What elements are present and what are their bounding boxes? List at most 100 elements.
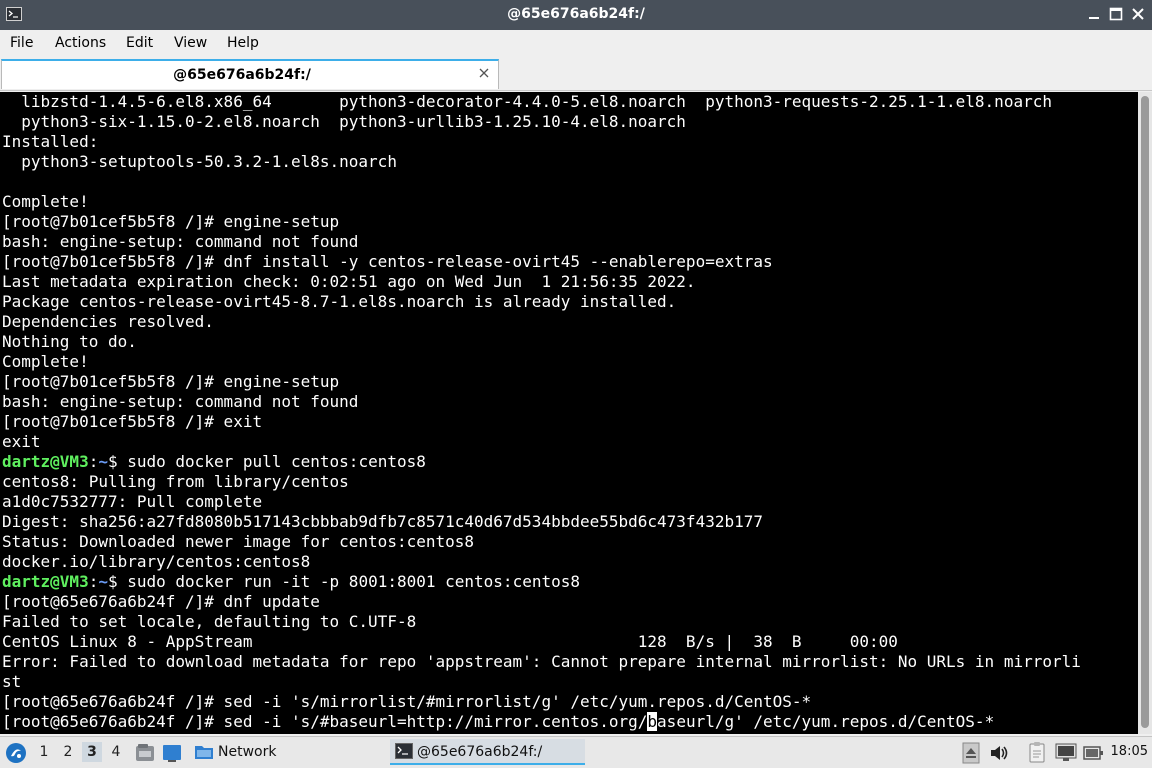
terminal-text: CentOS Linux 8 - AppStream 128 B/s | 38 …: [2, 632, 898, 651]
prompt-user-host: dartz@VM3: [2, 572, 89, 591]
terminal-text: :: [88, 452, 99, 471]
terminal-line: Last metadata expiration check: 0:02:51 …: [2, 272, 1081, 292]
terminal-text: :: [88, 572, 99, 591]
terminal-line: python3-setuptools-50.3.2-1.el8s.noarch: [2, 152, 1081, 172]
terminal-text: bash: engine-setup: command not found: [2, 232, 359, 251]
terminal-line: [root@65e676a6b24f /]# sed -i 's/mirrorl…: [2, 692, 1081, 712]
terminal-text: Nothing to do.: [2, 332, 137, 351]
terminal-text: Failed to set locale, defaulting to C.UT…: [2, 612, 417, 631]
terminal-text: aseurl/g' /etc/yum.repos.d/CentOS-*: [657, 712, 995, 731]
terminal-line: Installed:: [2, 132, 1081, 152]
terminal-line: dartz@VM3:~$ sudo docker run -it -p 8001…: [2, 572, 1081, 592]
terminal-line: docker.io/library/centos:centos8: [2, 552, 1081, 572]
terminal-text: docker.io/library/centos:centos8: [2, 552, 311, 571]
terminal-text: centos8: Pulling from library/centos: [2, 472, 349, 491]
volume-icon[interactable]: [988, 742, 1010, 764]
terminal-line: Nothing to do.: [2, 332, 1081, 352]
terminal-line: st: [2, 672, 1081, 692]
terminal-line: bash: engine-setup: command not found: [2, 232, 1081, 252]
desktop-4[interactable]: 4: [106, 742, 126, 762]
terminal-line: Failed to set locale, defaulting to C.UT…: [2, 612, 1081, 632]
terminal-text: [root@7b01cef5b5f8 /]# engine-setup: [2, 212, 340, 231]
terminal-text: [root@65e676a6b24f /]# sed -i 's/#baseur…: [2, 712, 648, 731]
taskbar: 1 2 3 4 Network @65e676a6b24f:/ 18:05: [0, 736, 1152, 768]
terminal-line: exit: [2, 432, 1081, 452]
terminal-line: dartz@VM3:~$ sudo docker pull centos:cen…: [2, 452, 1081, 472]
terminal-text: $ sudo docker run -it -p 8001:8001 cento…: [107, 572, 580, 591]
terminal-line: CentOS Linux 8 - AppStream 128 B/s | 38 …: [2, 632, 1081, 652]
prompt-path: ~: [98, 452, 108, 471]
battery-icon[interactable]: [1083, 743, 1105, 763]
terminal-text: Complete!: [2, 352, 89, 371]
tab-terminal[interactable]: @65e676a6b24f:/: [1, 59, 499, 89]
terminal-text: st: [2, 672, 22, 691]
terminal-line: centos8: Pulling from library/centos: [2, 472, 1081, 492]
terminal-window: @65e676a6b24f:/ File Actions Edit View H…: [0, 0, 1152, 736]
terminal-text: Digest: sha256:a27fd8080b517143cbbbab9df…: [2, 512, 763, 531]
terminal-text: $ sudo docker pull centos:centos8: [107, 452, 426, 471]
start-menu-icon[interactable]: [5, 742, 27, 764]
terminal-text: [root@7b01cef5b5f8 /]# engine-setup: [2, 372, 340, 391]
terminal-line: Package centos-release-ovirt45-8.7-1.el8…: [2, 292, 1081, 312]
prompt-path: ~: [98, 572, 108, 591]
terminal-line: Digest: sha256:a27fd8080b517143cbbbab9df…: [2, 512, 1081, 532]
terminal-lines: libzstd-1.4.5-6.el8.x86_64 python3-decor…: [2, 92, 1081, 732]
text-cursor: b: [647, 712, 658, 731]
desktop-3[interactable]: 3: [82, 742, 102, 762]
terminal-text: [root@7b01cef5b5f8 /]# dnf install -y ce…: [2, 252, 773, 271]
desktop-2[interactable]: 2: [58, 742, 78, 762]
terminal-output[interactable]: libzstd-1.4.5-6.el8.x86_64 python3-decor…: [0, 92, 1138, 734]
terminal-text: python3-six-1.15.0-2.el8.noarch python3-…: [2, 112, 686, 131]
window-title: @65e676a6b24f:/: [507, 6, 645, 22]
prompt-user-host: dartz@VM3: [2, 452, 89, 471]
menu-file[interactable]: File: [10, 35, 33, 51]
terminal-text: python3-setuptools-50.3.2-1.el8s.noarch: [2, 152, 397, 171]
menu-help[interactable]: Help: [227, 35, 259, 51]
terminal-text: [root@65e676a6b24f /]# dnf update: [2, 592, 320, 611]
terminal-line: Complete!: [2, 192, 1081, 212]
eject-icon[interactable]: [962, 742, 980, 764]
folder-icon: [195, 746, 213, 759]
terminal-line: [root@7b01cef5b5f8 /]# dnf install -y ce…: [2, 252, 1081, 272]
maximize-icon[interactable]: [1106, 4, 1126, 24]
task-terminal-label: @65e676a6b24f:/: [417, 744, 543, 760]
terminal-text: Dependencies resolved.: [2, 312, 214, 331]
close-window-icon[interactable]: [1128, 4, 1148, 24]
file-manager-icon[interactable]: [134, 742, 156, 764]
terminal-line: [root@7b01cef5b5f8 /]# engine-setup: [2, 372, 1081, 392]
tab-label: @65e676a6b24f:/: [173, 67, 311, 83]
task-terminal[interactable]: @65e676a6b24f:/: [390, 739, 585, 765]
clock[interactable]: 18:05: [1111, 744, 1148, 759]
menu-actions[interactable]: Actions: [55, 35, 106, 51]
menu-edit[interactable]: Edit: [126, 35, 153, 51]
scrollbar-thumb[interactable]: [1141, 96, 1149, 728]
desktop-1[interactable]: 1: [34, 742, 54, 762]
terminal-text: exit: [2, 432, 41, 451]
terminal-line: Status: Downloaded newer image for cento…: [2, 532, 1081, 552]
terminal-text: [root@65e676a6b24f /]# sed -i 's/mirrorl…: [2, 692, 812, 711]
terminal-line: python3-six-1.15.0-2.el8.noarch python3-…: [2, 112, 1081, 132]
network-status-icon[interactable]: [1055, 743, 1077, 763]
terminal-scrollbar[interactable]: [1138, 92, 1152, 734]
show-desktop-icon[interactable]: [161, 742, 183, 764]
terminal-text: [root@7b01cef5b5f8 /]# exit: [2, 412, 263, 431]
menu-view[interactable]: View: [174, 35, 207, 51]
terminal-text: Error: Failed to download metadata for r…: [2, 652, 1081, 671]
terminal-text: bash: engine-setup: command not found: [2, 392, 359, 411]
task-network-label: Network: [218, 744, 277, 760]
terminal-icon: [395, 743, 413, 759]
terminal-text: Complete!: [2, 192, 89, 211]
terminal-line: Complete!: [2, 352, 1081, 372]
terminal-line: Error: Failed to download metadata for r…: [2, 652, 1081, 672]
terminal-text: Last metadata expiration check: 0:02:51 …: [2, 272, 696, 291]
task-network[interactable]: Network: [190, 739, 380, 765]
minimize-icon[interactable]: [1084, 4, 1104, 24]
terminal-text: a1d0c7532777: Pull complete: [2, 492, 263, 511]
terminal-line: [root@65e676a6b24f /]# sed -i 's/#baseur…: [2, 712, 1081, 732]
clipboard-icon[interactable]: [1027, 741, 1049, 765]
title-bar[interactable]: @65e676a6b24f:/: [0, 0, 1152, 30]
close-tab-icon[interactable]: [478, 67, 490, 79]
terminal-text: Installed:: [2, 132, 99, 151]
terminal-line: bash: engine-setup: command not found: [2, 392, 1081, 412]
